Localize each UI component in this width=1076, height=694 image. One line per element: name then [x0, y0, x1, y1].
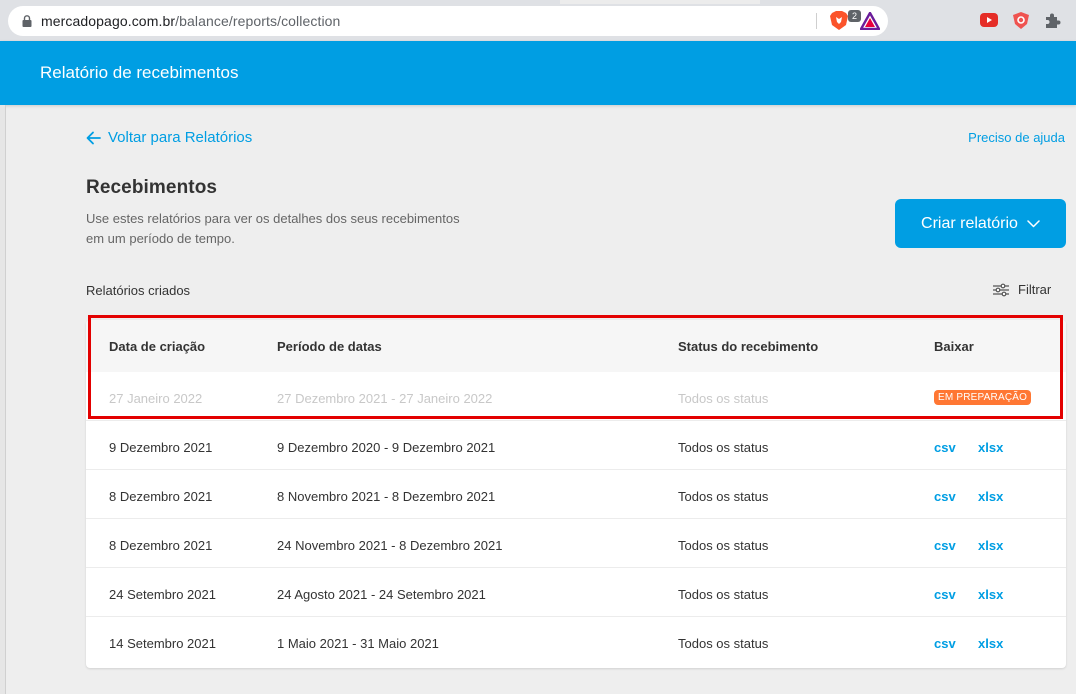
date-period: 8 Novembro 2021 - 8 Dezembro 2021: [277, 489, 496, 504]
browser-toolbar: mercadopago.com.br/balance/reports/colle…: [0, 0, 1076, 41]
table-row: 8 Dezembro 2021 8 Novembro 2021 - 8 Deze…: [86, 470, 1066, 519]
page-description-line-2: em um período de tempo.: [86, 231, 235, 246]
url-domain: mercadopago.com.br: [41, 13, 176, 29]
status: Todos os status: [678, 538, 769, 553]
header-created-date: Data de criação: [109, 339, 206, 354]
status: Todos os status: [678, 587, 769, 602]
rewards-triangle-icon[interactable]: [860, 12, 880, 30]
date-period: 1 Maio 2021 - 31 Maio 2021: [277, 636, 439, 651]
header-download: Baixar: [934, 339, 974, 354]
download-csv-link[interactable]: csv: [934, 636, 956, 651]
status: Todos os status: [678, 489, 769, 504]
filter-label: Filtrar: [1018, 282, 1052, 297]
tab-strip-highlight: [560, 0, 760, 4]
date-period: 24 Agosto 2021 - 24 Setembro 2021: [277, 587, 486, 602]
download-csv-link[interactable]: csv: [934, 587, 956, 602]
header-status: Status do recebimento: [678, 339, 819, 354]
status: Todos os status: [678, 636, 769, 651]
created-date: 8 Dezembro 2021: [109, 538, 213, 553]
left-gutter: [0, 105, 6, 694]
header-date-period: Período de datas: [277, 339, 382, 354]
table-row: 24 Setembro 2021 24 Agosto 2021 - 24 Set…: [86, 568, 1066, 617]
url-divider: [816, 13, 817, 29]
download-csv-link[interactable]: csv: [934, 489, 956, 504]
download-xlsx-link[interactable]: xlsx: [978, 489, 1003, 504]
date-period: 24 Novembro 2021 - 8 Dezembro 2021: [277, 538, 503, 553]
in-preparation-badge: EM PREPARAÇÃO: [934, 390, 1032, 405]
filter-sliders-icon: [993, 283, 1009, 296]
section-label: Relatórios criados: [86, 283, 191, 298]
created-date: 27 Janeiro 2022: [109, 391, 203, 406]
table-row: 8 Dezembro 2021 24 Novembro 2021 - 8 Dez…: [86, 519, 1066, 568]
page-header: Relatório de recebimentos: [0, 41, 1076, 105]
extensions-puzzle-icon[interactable]: [1044, 12, 1061, 29]
create-report-button[interactable]: Criar relatório: [895, 199, 1066, 248]
created-date: 8 Dezembro 2021: [109, 489, 213, 504]
download-xlsx-link[interactable]: xlsx: [978, 636, 1003, 651]
lock-icon: [22, 15, 32, 27]
download-csv-link[interactable]: csv: [934, 440, 956, 455]
page-title: Recebimentos: [86, 177, 218, 198]
page-description: Use estes relatórios para ver os detalhe…: [86, 209, 506, 249]
table-row-pending: 27 Janeiro 2022 27 Dezembro 2021 - 27 Ja…: [86, 372, 1066, 421]
help-link[interactable]: Preciso de ajuda: [968, 130, 1065, 145]
tab-strip: [0, 0, 1076, 4]
date-period: 9 Dezembro 2020 - 9 Dezembro 2021: [277, 440, 496, 455]
header-title: Relatório de recebimentos: [40, 63, 239, 82]
status: Todos os status: [678, 440, 769, 455]
shield-extension-icon[interactable]: [1013, 12, 1029, 29]
page-description-line-1: Use estes relatórios para ver os detalhe…: [86, 211, 460, 226]
arrow-left-icon: [86, 131, 101, 144]
create-report-label: Criar relatório: [921, 214, 1018, 232]
youtube-extension-icon[interactable]: [980, 13, 998, 27]
filter-button[interactable]: Filtrar: [992, 282, 1051, 297]
created-date: 14 Setembro 2021: [109, 636, 216, 651]
table-row: 14 Setembro 2021 1 Maio 2021 - 31 Maio 2…: [86, 617, 1066, 666]
status: Todos os status: [678, 391, 769, 406]
back-link-label: Voltar para Relatórios: [108, 129, 253, 146]
chevron-down-icon: [1027, 219, 1040, 227]
download-csv-link[interactable]: csv: [934, 538, 956, 553]
url-path: /balance/reports/collection: [175, 13, 341, 29]
address-bar[interactable]: mercadopago.com.br/balance/reports/colle…: [8, 6, 888, 36]
brave-shield-icon[interactable]: [828, 11, 850, 31]
table-row: 9 Dezembro 2021 9 Dezembro 2020 - 9 Deze…: [86, 421, 1066, 470]
table-header: Data de criação Período de datas Status …: [86, 320, 1066, 372]
created-date: 24 Setembro 2021: [109, 587, 216, 602]
download-xlsx-link[interactable]: xlsx: [978, 587, 1003, 602]
reports-table: Data de criação Período de datas Status …: [86, 320, 1066, 668]
download-xlsx-link[interactable]: xlsx: [978, 538, 1003, 553]
download-xlsx-link[interactable]: xlsx: [978, 440, 1003, 455]
back-to-reports-link[interactable]: Voltar para Relatórios: [86, 129, 252, 146]
url-text[interactable]: mercadopago.com.br/balance/reports/colle…: [41, 13, 340, 29]
created-date: 9 Dezembro 2021: [109, 440, 213, 455]
date-period: 27 Dezembro 2021 - 27 Janeiro 2022: [277, 391, 493, 406]
